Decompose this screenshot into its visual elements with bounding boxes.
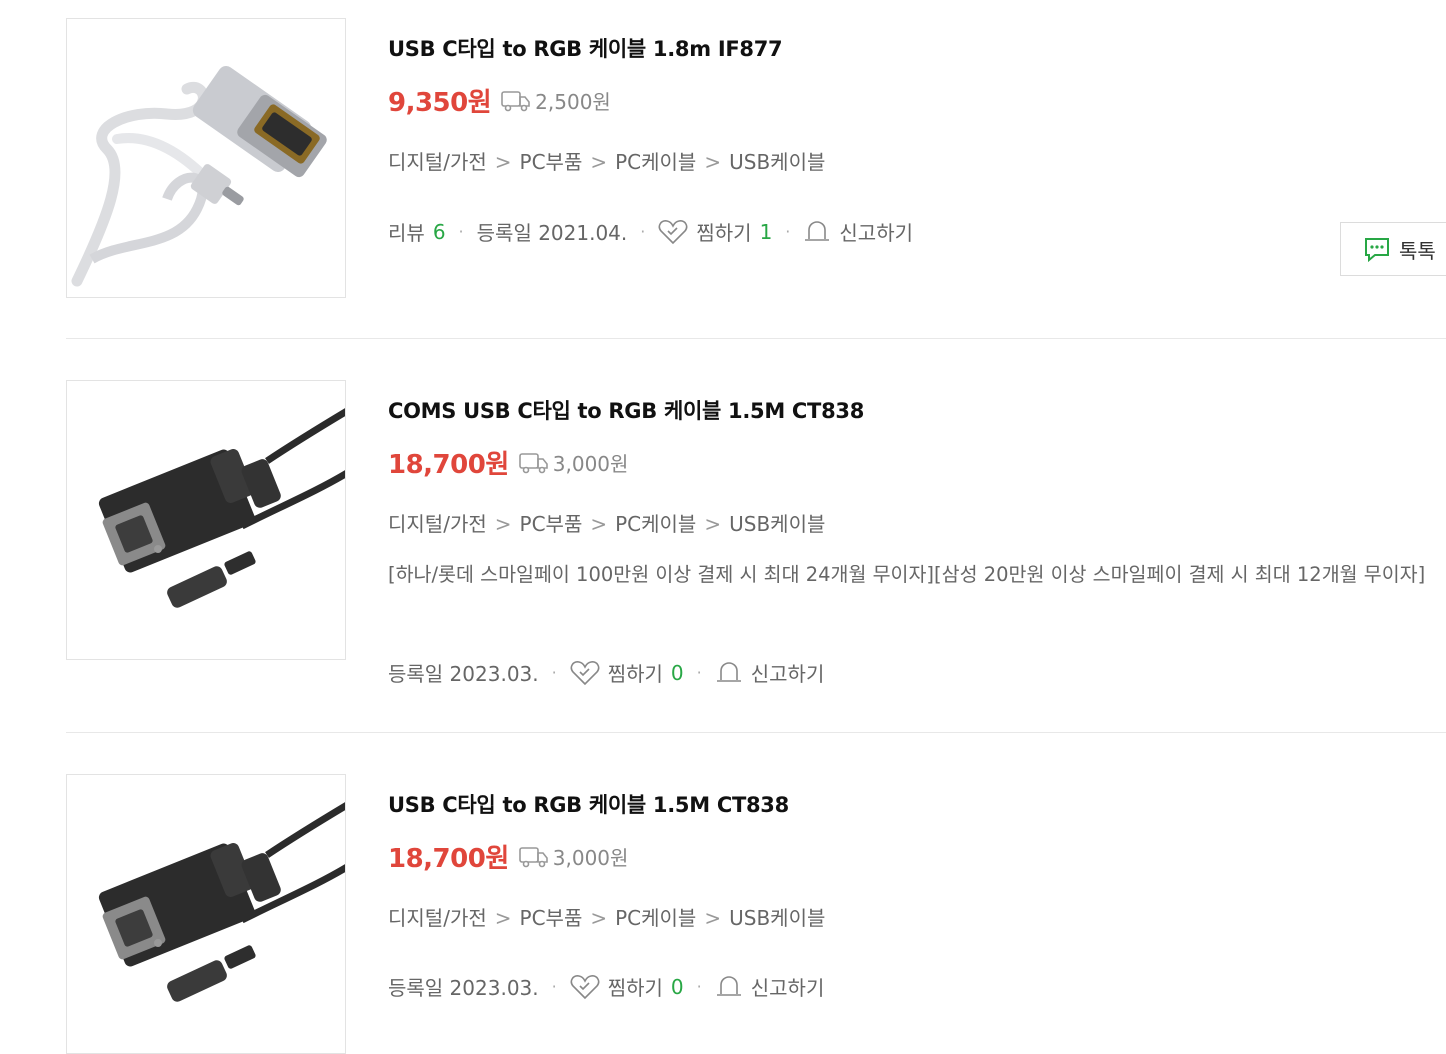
category-separator: > [704,512,722,536]
product-title[interactable]: USB C타입 to RGB 케이블 1.5M CT838 [388,789,789,819]
shipping-fee-value: 2,500원 [535,90,611,114]
report-label[interactable]: 신고하기 [751,658,825,687]
report-label[interactable]: 신고하기 [751,972,825,1001]
registered-date: 등록일 2021.04. [476,221,628,245]
category-separator: > [590,512,608,536]
heart-icon[interactable] [658,219,688,245]
category-item[interactable]: 디지털/가전 [388,512,487,536]
category-item[interactable]: PC케이블 [615,512,696,536]
shipping-fee: 2,500원 [501,86,611,115]
talktalk-label: 톡톡 [1399,238,1436,263]
product-meta: 등록일 2023.03. · 찜하기 0 · 신고하기 [388,658,824,687]
meta-dot: · [696,663,702,682]
category-item[interactable]: USB케이블 [729,906,825,930]
talktalk-button[interactable]: 톡톡 [1340,222,1446,276]
meta-dot: · [551,977,557,996]
heart-icon[interactable] [570,660,600,686]
wish-count: 0 [670,660,684,685]
product-price: 18,700원 [388,450,509,480]
category-breadcrumb: 디지털/가전 > PC부품 > PC케이블 > USB케이블 [388,902,825,931]
heart-icon[interactable] [570,974,600,1000]
delivery-truck-icon [501,90,530,111]
category-item[interactable]: PC부품 [520,906,583,930]
category-breadcrumb: 디지털/가전 > PC부품 > PC케이블 > USB케이블 [388,146,825,175]
divider [66,732,1446,733]
product-image [98,408,345,608]
product-price: 9,350원 [388,88,492,118]
divider [66,338,1446,339]
category-separator: > [704,150,722,174]
bell-icon[interactable] [715,660,743,686]
category-separator: > [590,150,608,174]
price-row: 9,350원 2,500원 [388,82,611,119]
meta-dot: · [640,222,646,241]
shipping-fee-value: 3,000원 [552,452,629,476]
price-row: 18,700원 3,000원 [388,444,628,481]
meta-dot: · [785,222,791,241]
product-title[interactable]: COMS USB C타입 to RGB 케이블 1.5M CT838 [388,395,864,425]
category-separator: > [494,512,512,536]
product-price: 18,700원 [388,844,509,874]
price-row: 18,700원 3,000원 [388,838,628,875]
category-separator: > [590,906,608,930]
category-separator: > [494,150,512,174]
review-label[interactable]: 리뷰 [388,217,425,246]
category-item[interactable]: USB케이블 [729,512,825,536]
category-item[interactable]: 디지털/가전 [388,150,487,174]
product-meta: 리뷰 6 · 등록일 2021.04. · 찜하기 1 · 신고하기 [388,217,913,246]
meta-dot: · [458,222,464,241]
shipping-fee: 3,000원 [518,842,629,871]
category-item[interactable]: 디지털/가전 [388,906,487,930]
registered-date: 등록일 2023.03. [388,976,539,1000]
category-item[interactable]: PC케이블 [615,150,696,174]
wish-label[interactable]: 찜하기 [608,972,663,1001]
report-label[interactable]: 신고하기 [839,217,913,246]
wish-label[interactable]: 찜하기 [696,217,751,246]
review-count[interactable]: 6 [433,220,446,244]
delivery-truck-icon [518,452,548,473]
wish-count: 0 [670,974,684,999]
product-thumbnail[interactable] [66,380,346,660]
category-item[interactable]: PC부품 [520,150,583,174]
category-item[interactable]: PC케이블 [615,906,696,930]
bell-icon[interactable] [803,219,831,245]
product-meta: 등록일 2023.03. · 찜하기 0 · 신고하기 [388,972,824,1001]
category-separator: > [494,906,512,930]
shipping-fee-value: 3,000원 [552,846,629,870]
category-item[interactable]: USB케이블 [729,150,825,174]
chat-bubble-icon [1365,238,1389,262]
wish-label[interactable]: 찜하기 [608,658,663,687]
delivery-truck-icon [518,846,548,867]
product-title[interactable]: USB C타입 to RGB 케이블 1.8m IF877 [388,33,783,63]
product-image [98,802,345,1002]
meta-dot: · [696,977,702,996]
product-description: [하나/롯데 스마일페이 100만원 이상 결제 시 최대 24개월 무이자][… [388,563,1426,586]
shipping-fee: 3,000원 [518,448,629,477]
product-thumbnail[interactable] [66,18,346,298]
category-separator: > [704,906,722,930]
category-item[interactable]: PC부품 [520,512,583,536]
meta-dot: · [551,663,557,682]
product-thumbnail[interactable] [66,774,346,1054]
wish-count: 1 [759,219,773,244]
category-breadcrumb: 디지털/가전 > PC부품 > PC케이블 > USB케이블 [388,508,825,537]
bell-icon[interactable] [715,974,743,1000]
registered-date: 등록일 2023.03. [388,662,539,686]
product-image [71,66,327,287]
